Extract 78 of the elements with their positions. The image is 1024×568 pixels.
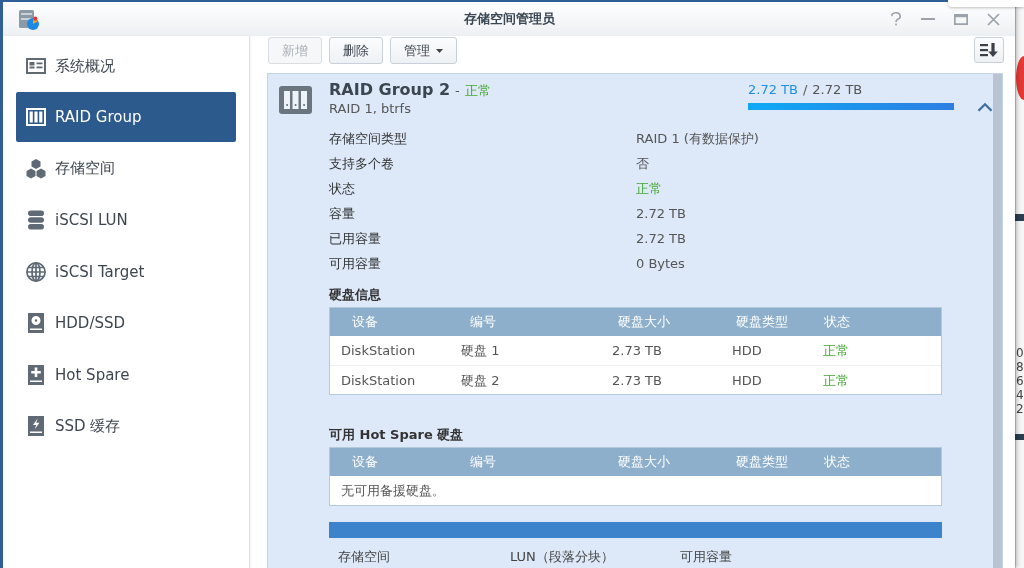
column-label: 可用容量 <box>680 548 733 566</box>
table-cell-text: DiskStation <box>340 342 417 360</box>
drive-bay-icon <box>279 86 312 114</box>
detail-value: 正常 <box>636 180 663 198</box>
sidebar-item[interactable]: RAID Group <box>16 92 236 143</box>
column-header: 硬盘大小 <box>617 453 671 471</box>
sidebar-item[interactable]: 存储空间 <box>16 143 236 194</box>
maximize-icon[interactable] <box>954 13 968 25</box>
section-title: 硬盘信息 <box>329 286 382 304</box>
raid-subtitle: RAID 1, btrfs <box>329 100 412 118</box>
status-text: 正常 <box>464 82 491 100</box>
detail-label: 状态 <box>329 180 356 198</box>
table-cell-text: DiskStation <box>340 372 417 390</box>
table-cell-text: HDD <box>731 342 763 360</box>
sort-button[interactable] <box>974 37 1004 63</box>
toolbar-button[interactable]: 删除 <box>329 37 383 64</box>
empty-message: 无可用备援硬盘。 <box>340 482 445 500</box>
column-header: 硬盘类型 <box>735 453 789 471</box>
sidebar-item[interactable]: 系统概况 <box>16 41 236 91</box>
close-icon[interactable] <box>987 12 1000 26</box>
table-cell-text: HDD <box>731 372 763 390</box>
chevron-icon[interactable] <box>977 102 993 112</box>
database-icon <box>25 209 47 232</box>
axis-label: 4 <box>1015 388 1024 402</box>
axis-label: 6 <box>1015 374 1024 388</box>
app-icon <box>17 7 41 31</box>
table-cell-text: 正常 <box>822 342 850 360</box>
detail-value: 0 Bytes <box>636 255 686 273</box>
column-label: LUN（段落分块） <box>510 548 615 566</box>
drive-lightning-icon <box>25 415 47 438</box>
sidebar-item[interactable]: Hot Spare <box>16 349 236 400</box>
detail-label: 已用容量 <box>329 230 382 248</box>
column-header: 编号 <box>469 453 497 471</box>
axis-label: 8 <box>1015 360 1024 374</box>
detail-value: 2.72 TB <box>636 205 687 223</box>
bar-segment <box>1015 214 1024 221</box>
detail-value: 2.72 TB <box>636 230 687 248</box>
table-cell-text: 正常 <box>822 372 850 390</box>
table-cell-text: 2.73 TB <box>611 372 663 390</box>
window-title: 存储空间管理员 <box>463 10 555 28</box>
column-header: 状态 <box>823 453 851 471</box>
cubes-icon <box>25 157 47 180</box>
raid-group-name: RAID Group 2 <box>329 81 451 99</box>
column-label: 存储空间 <box>338 548 391 566</box>
disk-drive-icon <box>25 312 47 335</box>
column-header: 编号 <box>469 313 497 331</box>
axis-label: 2 <box>1015 402 1024 416</box>
table-cell-text: 2.73 TB <box>611 342 663 360</box>
help-icon[interactable] <box>890 12 902 26</box>
bar-segment <box>1015 434 1024 440</box>
table-cell-text: 硬盘 1 <box>460 342 501 360</box>
detail-label: 存储空间类型 <box>329 130 408 148</box>
detail-value: RAID 1 (有数据保护) <box>636 130 760 148</box>
id-card-icon <box>25 55 47 77</box>
detail-label: 容量 <box>329 205 356 223</box>
column-header: 硬盘大小 <box>617 313 671 331</box>
column-header: 硬盘类型 <box>735 313 789 331</box>
drive-bay-icon <box>25 106 47 129</box>
toolbar-button[interactable]: 管理 <box>390 37 457 64</box>
sidebar-item[interactable]: iSCSI Target <box>16 246 236 297</box>
capacity-text: 2.72 TB / 2.72 TB <box>748 81 864 99</box>
column-header: 状态 <box>823 313 851 331</box>
detail-label: 可用容量 <box>329 255 382 273</box>
sidebar-item[interactable]: SSD 缓存 <box>16 401 236 452</box>
column-header: 设备 <box>351 313 379 331</box>
detail-value: 否 <box>636 155 650 173</box>
scrollbar[interactable] <box>993 74 1002 568</box>
drive-plus-icon <box>25 363 47 386</box>
section-title: 可用 Hot Spare 硬盘 <box>329 426 465 444</box>
axis-label: 0 <box>1015 346 1024 360</box>
separator-text: - <box>455 82 460 100</box>
sidebar-item[interactable]: iSCSI LUN <box>16 195 236 246</box>
column-header: 设备 <box>351 453 379 471</box>
sort-icon <box>979 42 999 58</box>
table-cell-text: 硬盘 2 <box>460 372 501 390</box>
detail-label: 支持多个卷 <box>329 155 395 173</box>
globe-icon <box>25 260 47 283</box>
sidebar-item[interactable]: HDD/SSD <box>16 298 236 349</box>
